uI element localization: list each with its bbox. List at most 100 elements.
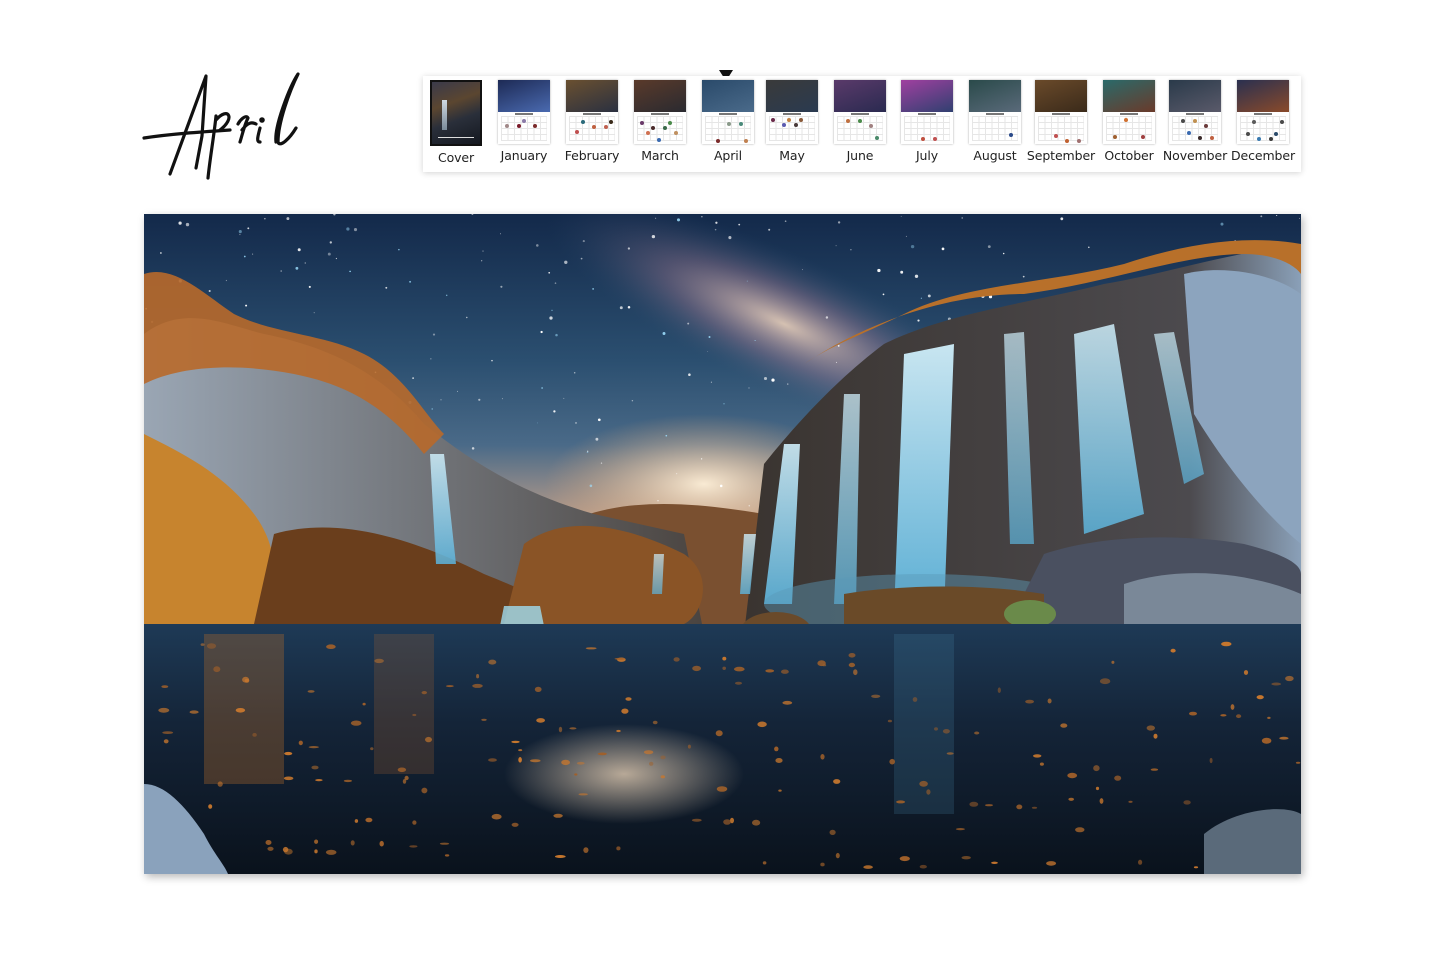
floating-leaf (488, 659, 497, 665)
floating-leaf (1295, 761, 1301, 764)
floating-leaf (314, 849, 318, 854)
star (1002, 252, 1005, 255)
floating-leaf (397, 767, 407, 773)
floating-leaf (298, 740, 303, 746)
event-dot (1274, 132, 1278, 136)
calendar-header (1038, 113, 1084, 115)
star (409, 280, 412, 283)
event-dot (1009, 133, 1013, 137)
floating-leaf (1209, 757, 1213, 764)
thumbnail-label: March (641, 148, 679, 163)
floating-leaf (534, 686, 542, 692)
calendar-grid (972, 116, 1018, 141)
star (482, 250, 484, 252)
star (536, 244, 539, 247)
calendar-photo (1169, 80, 1221, 112)
event-dot (1269, 137, 1273, 141)
star (349, 270, 351, 273)
floating-leaf (1243, 670, 1249, 675)
thumbnail-april[interactable]: April (697, 80, 759, 170)
star (329, 241, 332, 244)
star (264, 218, 266, 220)
star (920, 297, 923, 299)
floating-leaf (1099, 798, 1104, 804)
event-dot (1124, 118, 1128, 122)
calendar-header (1240, 113, 1286, 115)
star (445, 294, 448, 297)
thumbnail-january[interactable]: January (493, 80, 555, 170)
thumbnail-december[interactable]: December (1231, 80, 1295, 170)
event-dot (933, 137, 937, 141)
floating-leaf (829, 829, 836, 836)
star (1088, 246, 1090, 249)
floating-leaf (350, 720, 362, 726)
event-dot (640, 121, 644, 125)
floating-leaf (326, 644, 336, 649)
calendar-photo (1035, 80, 1087, 112)
star (748, 504, 751, 507)
star (208, 289, 211, 293)
event-dot (1193, 119, 1197, 123)
floating-leaf (835, 852, 840, 859)
star (548, 271, 551, 274)
month-title: April (140, 66, 310, 186)
star (657, 500, 659, 502)
floating-leaf (1111, 660, 1115, 664)
calendar-grid (1240, 116, 1286, 141)
event-dot (592, 125, 596, 129)
thumbnail-october[interactable]: October (1098, 80, 1160, 170)
thumbnail-february[interactable]: February (561, 80, 623, 170)
thumbnail-november[interactable]: November (1163, 80, 1227, 170)
event-dot (663, 126, 667, 130)
floating-leaf (926, 789, 931, 795)
calendar-header (769, 113, 815, 115)
star (619, 306, 623, 310)
star (457, 390, 458, 392)
floating-leaf (621, 708, 629, 714)
star (582, 240, 585, 243)
floating-leaf (735, 681, 742, 685)
calendar-photo (702, 80, 754, 112)
floating-leaf (1099, 678, 1111, 685)
floating-leaf (208, 804, 213, 809)
star (160, 252, 162, 254)
calendar-preview (1237, 80, 1289, 144)
floating-leaf (439, 842, 450, 845)
star (295, 266, 299, 270)
star (564, 260, 568, 264)
calendar-photo (834, 80, 886, 112)
star (178, 221, 182, 225)
event-dot (787, 118, 791, 122)
calendar-header (904, 113, 950, 115)
thumbnail-june[interactable]: June (829, 80, 891, 170)
star (554, 282, 557, 284)
star (627, 306, 631, 309)
floating-leaf (817, 660, 826, 667)
floating-leaf (1271, 682, 1282, 686)
thumbnail-may[interactable]: May (761, 80, 823, 170)
floating-leaf (1075, 827, 1085, 833)
floating-leaf (481, 718, 487, 721)
thumbnail-july[interactable]: July (896, 80, 958, 170)
floating-leaf (1039, 762, 1044, 766)
thumbnail-september[interactable]: September (1027, 80, 1095, 170)
star (910, 244, 915, 249)
star (801, 269, 803, 271)
star (412, 377, 414, 379)
event-dot (505, 124, 509, 128)
waterfall-night-scene (144, 214, 1301, 874)
floating-leaf (265, 840, 272, 845)
thumbnail-march[interactable]: March (629, 80, 691, 170)
floating-leaf (189, 710, 199, 714)
signature-mark (438, 132, 474, 138)
floating-leaf (1033, 754, 1042, 758)
star (580, 257, 583, 260)
floating-leaf (820, 862, 825, 867)
star (385, 286, 388, 289)
thumbnail-august[interactable]: August (964, 80, 1026, 170)
calendar-grid (637, 116, 683, 141)
floating-leaf (1060, 723, 1068, 728)
star (500, 285, 503, 288)
thumbnail-cover[interactable]: Cover (425, 80, 487, 170)
floating-leaf (282, 846, 289, 853)
